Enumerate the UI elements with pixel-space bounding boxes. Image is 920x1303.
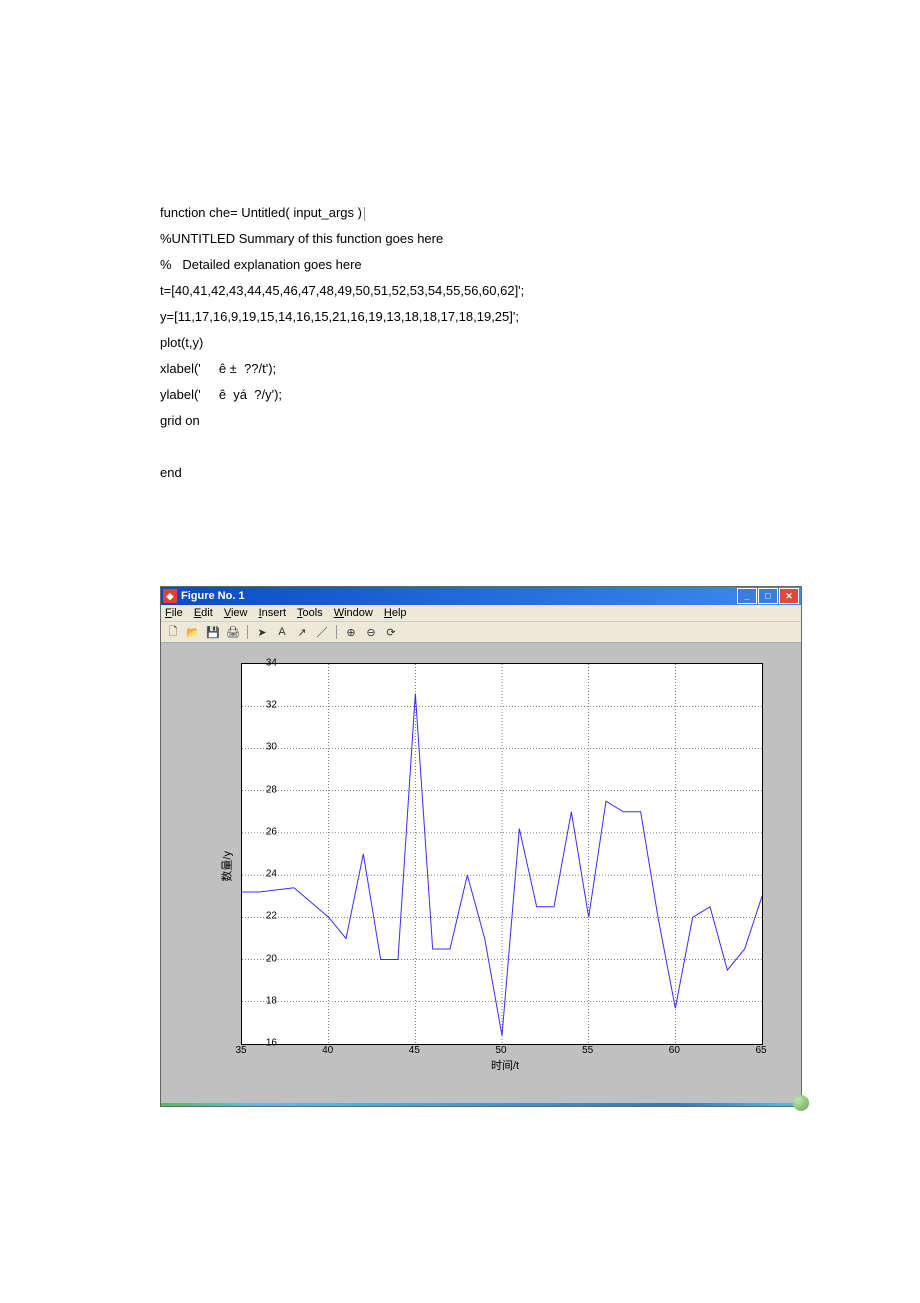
code-line: grid on (160, 408, 780, 434)
menu-edit[interactable]: Edit (194, 607, 213, 619)
y-tick-label: 26 (266, 826, 277, 837)
code-line (160, 434, 780, 460)
matlab-figure-window: ◆ Figure No. 1 _ □ ✕ File Edit View Inse… (160, 586, 802, 1107)
code-line: function che= Untitled( input_args ) (160, 200, 780, 226)
code-text: xlabel(' ê ± ??/t'); (160, 361, 276, 376)
menu-help[interactable]: Help (384, 607, 407, 619)
code-line: xlabel(' ê ± ??/t'); (160, 356, 780, 382)
code-text: ylabel(' ê yá ?/y'); (160, 387, 282, 402)
menu-view[interactable]: View (224, 607, 248, 619)
window-title: Figure No. 1 (181, 590, 736, 602)
code-line: y=[11,17,16,9,19,15,14,16,15,21,16,19,13… (160, 304, 780, 330)
menu-tools[interactable]: Tools (297, 607, 323, 619)
new-icon[interactable]: 🗋 (165, 624, 181, 640)
code-text: function che= Untitled( input_args ) (160, 205, 362, 220)
toolbar-separator (247, 625, 248, 639)
y-tick-label: 18 (266, 995, 277, 1006)
code-text: plot(t,y) (160, 335, 203, 350)
y-tick-label: 32 (266, 700, 277, 711)
minimize-button[interactable]: _ (737, 588, 757, 604)
x-tick-label: 50 (495, 1045, 506, 1056)
zoom-in-icon[interactable]: ⊕ (343, 624, 359, 640)
menu-file[interactable]: File (165, 607, 183, 619)
y-tick-label: 16 (266, 1038, 277, 1049)
window-titlebar[interactable]: ◆ Figure No. 1 _ □ ✕ (161, 587, 801, 605)
code-text: %UNTITLED Summary of this function goes … (160, 231, 443, 246)
y-tick-label: 22 (266, 911, 277, 922)
menu-window[interactable]: Window (334, 607, 373, 619)
save-icon[interactable]: 💾 (205, 624, 221, 640)
code-line: ylabel(' ê yá ?/y'); (160, 382, 780, 408)
document-page: function che= Untitled( input_args ) %UN… (0, 0, 920, 1187)
chart-axes (241, 663, 763, 1045)
app-icon: ◆ (163, 589, 177, 603)
menu-bar: File Edit View Insert Tools Window Help (161, 605, 801, 622)
status-bar (161, 1103, 801, 1106)
line-icon[interactable]: ／ (314, 624, 330, 640)
toolbar-separator (336, 625, 337, 639)
code-text: % Detailed explanation goes here (160, 257, 362, 272)
y-tick-label: 28 (266, 784, 277, 795)
y-tick-label: 20 (266, 953, 277, 964)
x-tick-label: 45 (409, 1045, 420, 1056)
rotate-icon[interactable]: ⟳ (383, 624, 399, 640)
y-tick-label: 34 (266, 658, 277, 669)
y-tick-label: 24 (266, 869, 277, 880)
code-line: end (160, 460, 780, 486)
zoom-out-icon[interactable]: ⊖ (363, 624, 379, 640)
x-tick-label: 55 (582, 1045, 593, 1056)
code-line: t=[40,41,42,43,44,45,46,47,48,49,50,51,5… (160, 278, 780, 304)
menu-insert[interactable]: Insert (259, 607, 287, 619)
close-button[interactable]: ✕ (779, 588, 799, 604)
pointer-icon[interactable]: ➤ (254, 624, 270, 640)
arrow-icon[interactable]: ↗ (294, 624, 310, 640)
code-text: y=[11,17,16,9,19,15,14,16,15,21,16,19,13… (160, 309, 519, 324)
x-axis-label: 时间/t (491, 1057, 519, 1073)
code-text: end (160, 465, 182, 480)
code-text: grid on (160, 413, 200, 428)
print-icon[interactable]: 🖨 (225, 624, 241, 640)
line-plot (242, 664, 762, 1044)
y-tick-label: 30 (266, 742, 277, 753)
text-cursor (364, 207, 365, 221)
y-axis-label: 数量/y (218, 851, 234, 882)
figure-toolbar: 🗋 📂 💾 🖨 ➤ A ↗ ／ ⊕ ⊖ ⟳ (161, 622, 801, 643)
x-tick-label: 65 (755, 1045, 766, 1056)
resize-grip[interactable] (793, 1095, 809, 1111)
text-icon[interactable]: A (274, 624, 290, 640)
x-tick-label: 40 (322, 1045, 333, 1056)
open-icon[interactable]: 📂 (185, 624, 201, 640)
matlab-code-block: function che= Untitled( input_args ) %UN… (160, 200, 780, 486)
plot-canvas: 数量/y 时间/t 16 18 20 22 24 26 28 30 32 34 35 40 45 50 55… (161, 643, 801, 1103)
x-tick-label: 60 (669, 1045, 680, 1056)
code-text: t=[40,41,42,43,44,45,46,47,48,49,50,51,5… (160, 283, 524, 298)
code-line: % Detailed explanation goes here (160, 252, 780, 278)
x-tick-label: 35 (235, 1045, 246, 1056)
code-line: %UNTITLED Summary of this function goes … (160, 226, 780, 252)
code-line: plot(t,y) (160, 330, 780, 356)
maximize-button[interactable]: □ (758, 588, 778, 604)
